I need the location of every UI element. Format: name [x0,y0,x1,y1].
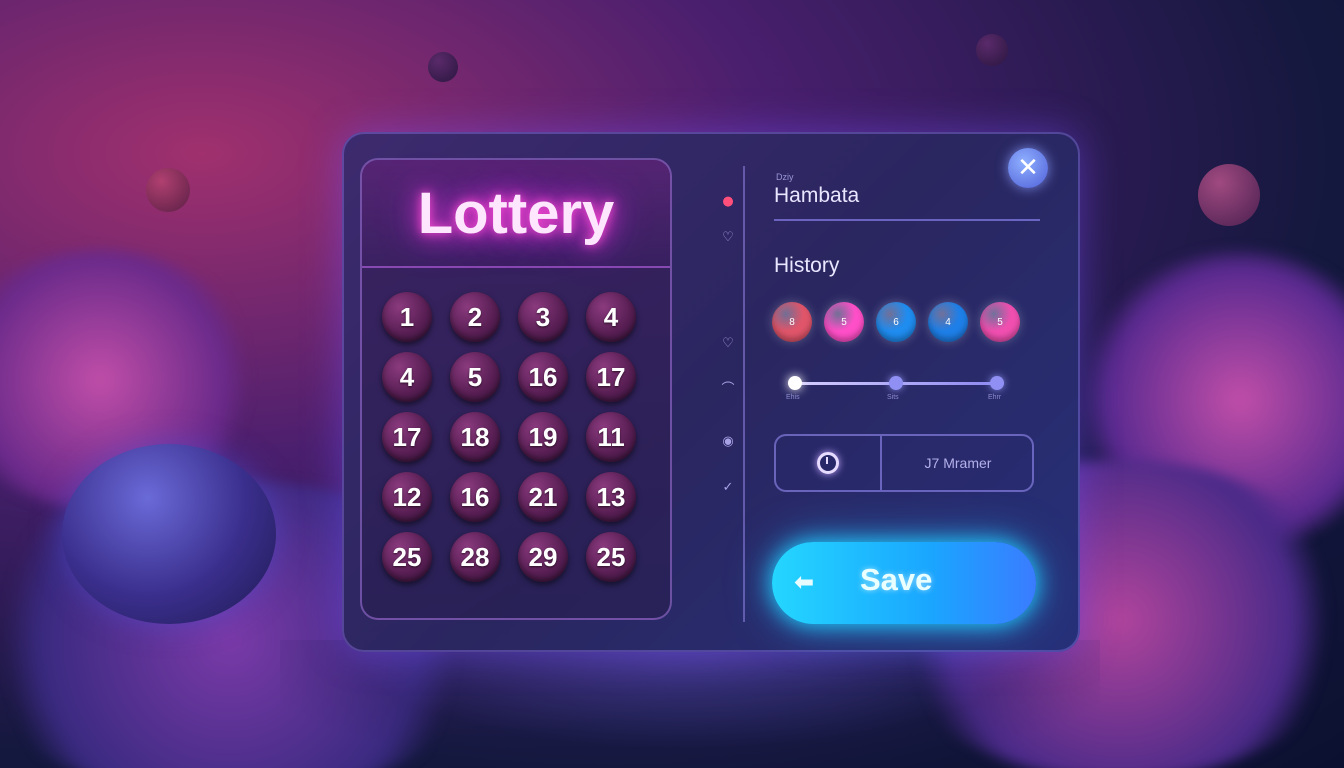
number-ball[interactable]: 25 [382,532,432,582]
save-button[interactable]: ⬅ Save [772,542,1036,624]
profile-small-label: Dziy [776,172,794,182]
range-slider[interactable]: Ehis Sits Ehrr [786,376,1004,406]
number-ball[interactable]: 4 [382,352,432,402]
cloud [1080,250,1344,550]
heart-icon[interactable]: ♡ [718,228,738,248]
history-heading: History [774,254,840,277]
history-ball: 8 [772,302,812,342]
slider-stop[interactable] [889,376,903,390]
number-ball[interactable]: 19 [518,412,568,462]
title-box: Lottery [362,160,670,268]
floating-orb [1198,164,1260,226]
back-arrow-icon: ⬅ [794,568,815,596]
timer-icon [817,452,839,474]
number-ball[interactable]: 17 [586,352,636,402]
number-ball[interactable]: 13 [586,472,636,522]
number-ball[interactable]: 2 [450,292,500,342]
number-ball[interactable]: 18 [450,412,500,462]
number-ball[interactable]: 5 [450,352,500,402]
number-ball[interactable]: 21 [518,472,568,522]
number-ball[interactable]: 16 [518,352,568,402]
page-title: Lottery [417,180,615,246]
floating-orb [146,168,190,212]
name-underline [774,219,1040,221]
history-ball: 5 [980,302,1020,342]
mramer-button[interactable]: J7 Mramer [884,436,1032,490]
number-ball[interactable]: 3 [518,292,568,342]
vertical-divider [743,166,745,622]
timer-button[interactable] [776,436,882,490]
number-board: Lottery 1 2 3 4 4 5 16 17 17 18 19 11 12 16 21 13 25 28 29… [360,158,672,620]
action-group: J7 Mramer [774,434,1034,492]
slider-tick-label: Ehis [786,394,800,401]
floating-orb [428,52,458,82]
number-grid: 1 2 3 4 4 5 16 17 17 18 19 11 12 16 21 13 25 28 29 25 [382,292,636,582]
slider-stop[interactable] [788,376,802,390]
eye-icon[interactable]: ◉ [718,432,738,452]
close-button[interactable]: ✕ [1008,148,1048,188]
number-ball[interactable]: 16 [450,472,500,522]
history-ball: 6 [876,302,916,342]
floating-orb [976,34,1008,66]
number-ball[interactable]: 1 [382,292,432,342]
number-ball[interactable]: 17 [382,412,432,462]
cloud [0,250,260,510]
heart-outline-icon[interactable]: ♡ [718,334,738,354]
history-ball: 4 [928,302,968,342]
slider-stop[interactable] [990,376,1004,390]
history-ball: 5 [824,302,864,342]
floor-reflection [280,640,1100,768]
profile-name[interactable]: Hambata [774,184,859,208]
slider-tick-label: Ehrr [988,394,1002,401]
number-ball[interactable]: 12 [382,472,432,522]
save-label: Save [860,562,933,597]
lottery-panel: Lottery 1 2 3 4 4 5 16 17 17 18 19 11 12 16 21 13 25 28 29… [342,132,1080,652]
number-ball[interactable]: 25 [586,532,636,582]
slider-tick-label: Sits [887,394,899,401]
number-ball[interactable]: 29 [518,532,568,582]
number-ball[interactable]: 4 [586,292,636,342]
close-icon: ✕ [1017,153,1039,183]
large-sphere [62,444,276,624]
arch-icon[interactable]: ⌒ [718,380,738,400]
number-ball[interactable]: 28 [450,532,500,582]
check-icon[interactable]: ✓ [718,478,738,498]
badge-one-icon[interactable]: ● [718,192,738,212]
number-ball[interactable]: 11 [586,412,636,462]
history-balls: 85645 [772,302,1020,342]
